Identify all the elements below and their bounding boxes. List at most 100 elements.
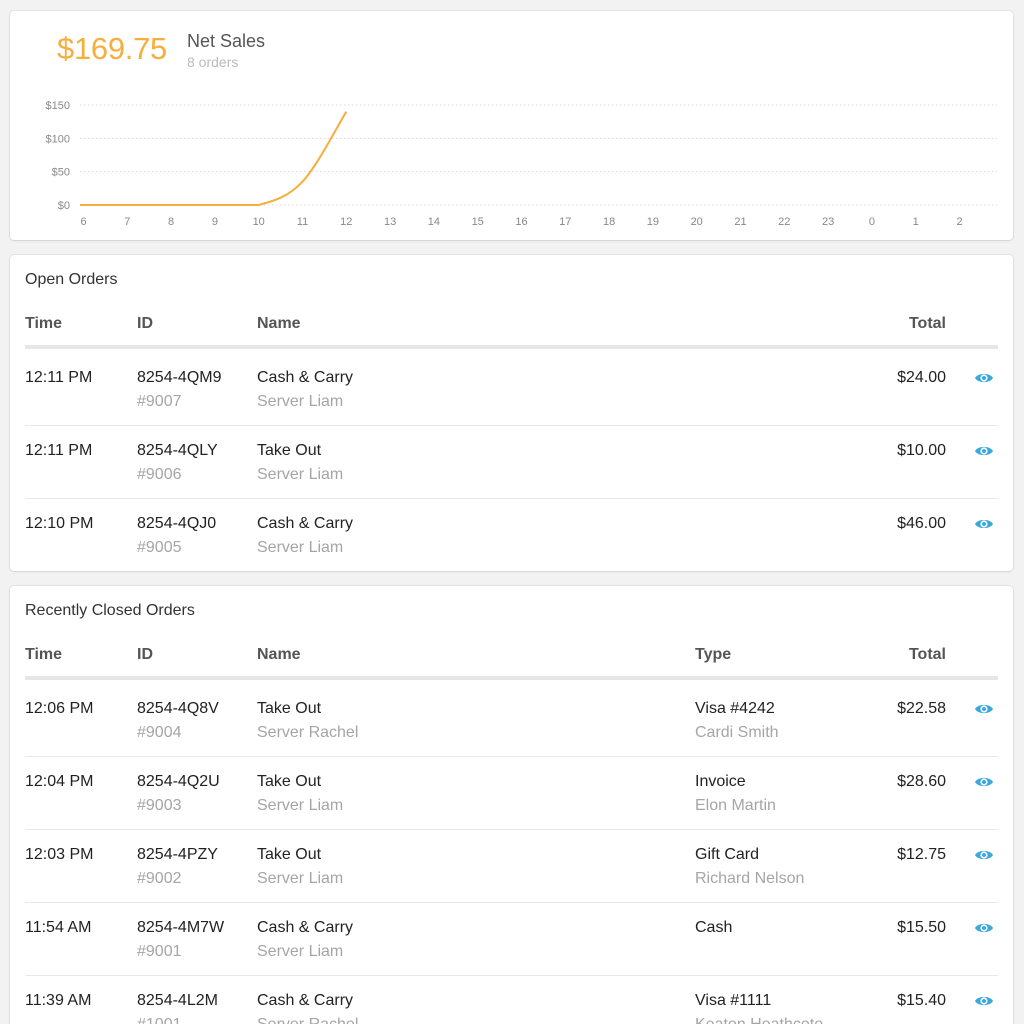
order-total: $12.75 [897, 846, 946, 863]
table-row[interactable]: 12:03 PM 8254-4PZY #9002 Take Out Server Lia… [25, 830, 998, 903]
payment-type: Visa #4242 [695, 700, 775, 717]
order-server: Server Liam [257, 466, 344, 483]
order-time: 11:54 AM [25, 919, 92, 936]
table-row[interactable]: 11:39 AM 8254-4L2M #1001 Cash & Carry Server… [25, 976, 998, 1024]
order-id: 8254-4QLY [137, 442, 218, 459]
order-total: $15.50 [897, 919, 946, 936]
order-time: 12:06 PM [25, 700, 94, 717]
x-tick-label: 8 [168, 216, 174, 228]
closed-orders-header: Time ID Name Type Total [25, 646, 998, 680]
payment-type: Invoice [695, 773, 746, 790]
order-server: Server Rachel [257, 724, 359, 741]
table-row[interactable]: 12:04 PM 8254-4Q2U #9003 Take Out Server Lia… [25, 757, 998, 830]
order-id: 8254-4PZY [137, 846, 218, 863]
order-id: 8254-4QJ0 [137, 515, 217, 532]
table-row[interactable]: 12:10 PM 8254-4QJ0 #9005 Cash & Carry Server… [25, 499, 998, 572]
customer-name: Elon Martin [695, 797, 776, 814]
x-tick-label: 2 [956, 216, 962, 228]
eye-icon[interactable] [974, 848, 994, 862]
order-server: Server Liam [257, 797, 344, 814]
y-tick-label: $50 [52, 167, 70, 179]
order-name: Take Out [257, 442, 322, 459]
col-time-header[interactable]: Time [25, 646, 62, 664]
eye-icon[interactable] [974, 775, 994, 789]
open-orders-header: Time ID Name Total [25, 315, 998, 349]
eye-icon[interactable] [974, 444, 994, 458]
order-number: #1001 [137, 1016, 182, 1024]
eye-icon[interactable] [974, 517, 994, 531]
order-name: Take Out [257, 846, 322, 863]
closed-orders-card: Recently Closed Orders Time ID Name Type… [10, 586, 1013, 1024]
order-time: 12:11 PM [25, 369, 93, 386]
table-row[interactable]: 11:54 AM 8254-4M7W #9001 Cash & Carry Server… [25, 903, 998, 976]
order-number: #9006 [137, 466, 182, 483]
net-sales-card: $169.75 Net Sales 8 orders $0 $50 $100 $150… [10, 11, 1013, 240]
order-number: #9007 [137, 393, 182, 410]
table-row[interactable]: 12:11 PM 8254-4QM9 #9007 Cash & Carry Server… [25, 353, 998, 426]
payment-type: Visa #1111 [695, 992, 772, 1009]
net-sales-chart: $0$50$100$1506 7 8 9 10 11 12 13 14 15 16 17 18 19 20 2… [46, 100, 997, 228]
order-id: 8254-4QM9 [137, 369, 222, 386]
payment-type: Gift Card [695, 846, 760, 863]
sales-series-line [80, 111, 348, 206]
order-total: $15.40 [897, 992, 946, 1009]
order-time: 11:39 AM [25, 992, 92, 1009]
order-server: Server Liam [257, 870, 344, 887]
order-total: $24.00 [897, 369, 946, 386]
order-id: 8254-4Q8V [137, 700, 219, 717]
col-name-header[interactable]: Name [257, 646, 301, 664]
col-type-header[interactable]: Type [695, 646, 731, 664]
x-tick-label: 7 [124, 216, 130, 228]
x-tick-label: 1 [913, 216, 919, 228]
x-tick-label: 19 [647, 216, 659, 228]
col-total-header[interactable]: Total [909, 646, 946, 664]
order-time: 12:11 PM [25, 442, 93, 459]
y-tick-label: $0 [58, 200, 70, 212]
order-name: Take Out [257, 700, 322, 717]
order-number: #9005 [137, 539, 182, 556]
table-row[interactable]: 12:11 PM 8254-4QLY #9006 Take Out Server Lia… [25, 426, 998, 499]
x-tick-label: 23 [822, 216, 834, 228]
eye-icon[interactable] [974, 921, 994, 935]
order-total: $28.60 [897, 773, 946, 790]
customer-name: Richard Nelson [695, 870, 805, 887]
col-time-header[interactable]: Time [25, 315, 62, 333]
x-tick-label: 20 [691, 216, 703, 228]
order-time: 12:10 PM [25, 515, 94, 532]
y-tick-label: $150 [46, 100, 70, 112]
order-id: 8254-4M7W [137, 919, 225, 936]
x-tick-label: 17 [559, 216, 571, 228]
eye-icon[interactable] [974, 702, 994, 716]
order-server: Server Liam [257, 539, 344, 556]
eye-icon[interactable] [974, 994, 994, 1008]
payment-type: Cash [695, 919, 733, 936]
col-id-header[interactable]: ID [137, 315, 153, 333]
closed-orders-title: Recently Closed Orders [25, 602, 195, 619]
open-orders-title: Open Orders [25, 271, 118, 288]
x-tick-label: 12 [340, 216, 352, 228]
x-tick-label: 6 [80, 216, 86, 228]
col-name-header[interactable]: Name [257, 315, 301, 333]
order-total: $22.58 [897, 700, 946, 717]
order-name: Cash & Carry [257, 369, 354, 386]
customer-name: Keaton Heathcote [695, 1016, 823, 1024]
order-server: Server Liam [257, 943, 344, 960]
order-number: #9001 [137, 943, 182, 960]
order-number: #9004 [137, 724, 182, 741]
x-tick-label: 16 [515, 216, 527, 228]
x-tick-label: 22 [778, 216, 790, 228]
x-tick-label: 10 [253, 216, 265, 228]
order-server: Server Rachel [257, 1016, 358, 1024]
order-id: 8254-4Q2U [137, 773, 220, 790]
table-row[interactable]: 12:06 PM 8254-4Q8V #9004 Take Out Server Rac… [25, 684, 998, 757]
order-time: 12:03 PM [25, 846, 94, 863]
order-name: Cash & Carry [257, 919, 354, 936]
eye-icon[interactable] [974, 371, 994, 385]
order-time: 12:04 PM [25, 773, 94, 790]
col-id-header[interactable]: ID [137, 646, 153, 664]
order-name: Cash & Carry [257, 992, 354, 1009]
x-tick-label: 14 [428, 216, 440, 228]
order-total: $10.00 [897, 442, 946, 459]
col-total-header[interactable]: Total [909, 315, 946, 333]
x-tick-label: 0 [869, 216, 875, 228]
